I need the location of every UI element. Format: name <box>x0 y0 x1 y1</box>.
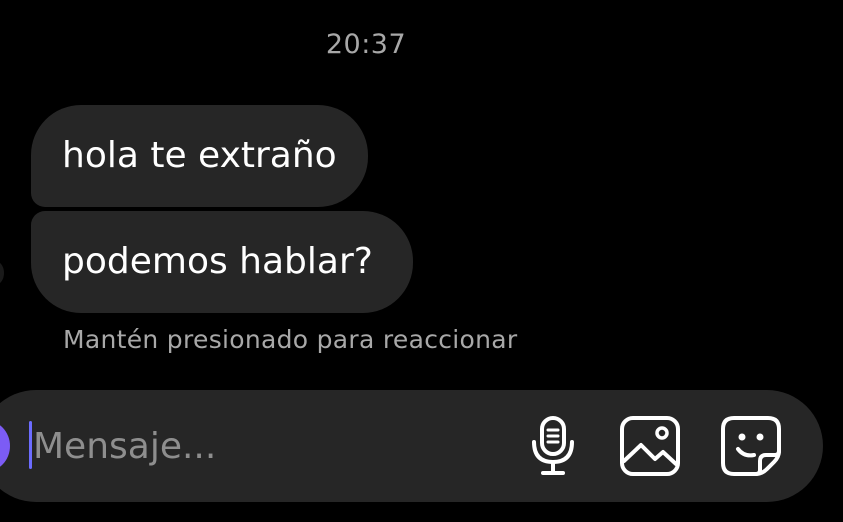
received-message-bubble[interactable]: hola te extraño <box>31 105 368 207</box>
microphone-icon <box>532 416 574 475</box>
gallery-button[interactable] <box>616 412 684 480</box>
dm-thread-screen: 20:37 hola te extraño podemos hablar? Ma… <box>0 0 843 522</box>
sticker-button[interactable] <box>717 412 785 480</box>
message-timestamp: 20:37 <box>325 29 407 60</box>
sender-avatar[interactable] <box>0 262 4 284</box>
text-cursor <box>29 421 32 469</box>
gallery-icon <box>620 416 680 476</box>
voice-message-button[interactable] <box>519 412 587 480</box>
message-text: podemos hablar? <box>62 241 373 282</box>
sticker-icon <box>721 416 781 476</box>
message-text: hola te extraño <box>62 135 337 176</box>
reaction-hint: Mantén presionado para reaccionar <box>63 325 518 354</box>
received-message-bubble[interactable]: podemos hablar? <box>31 211 413 313</box>
message-input[interactable] <box>33 418 333 474</box>
